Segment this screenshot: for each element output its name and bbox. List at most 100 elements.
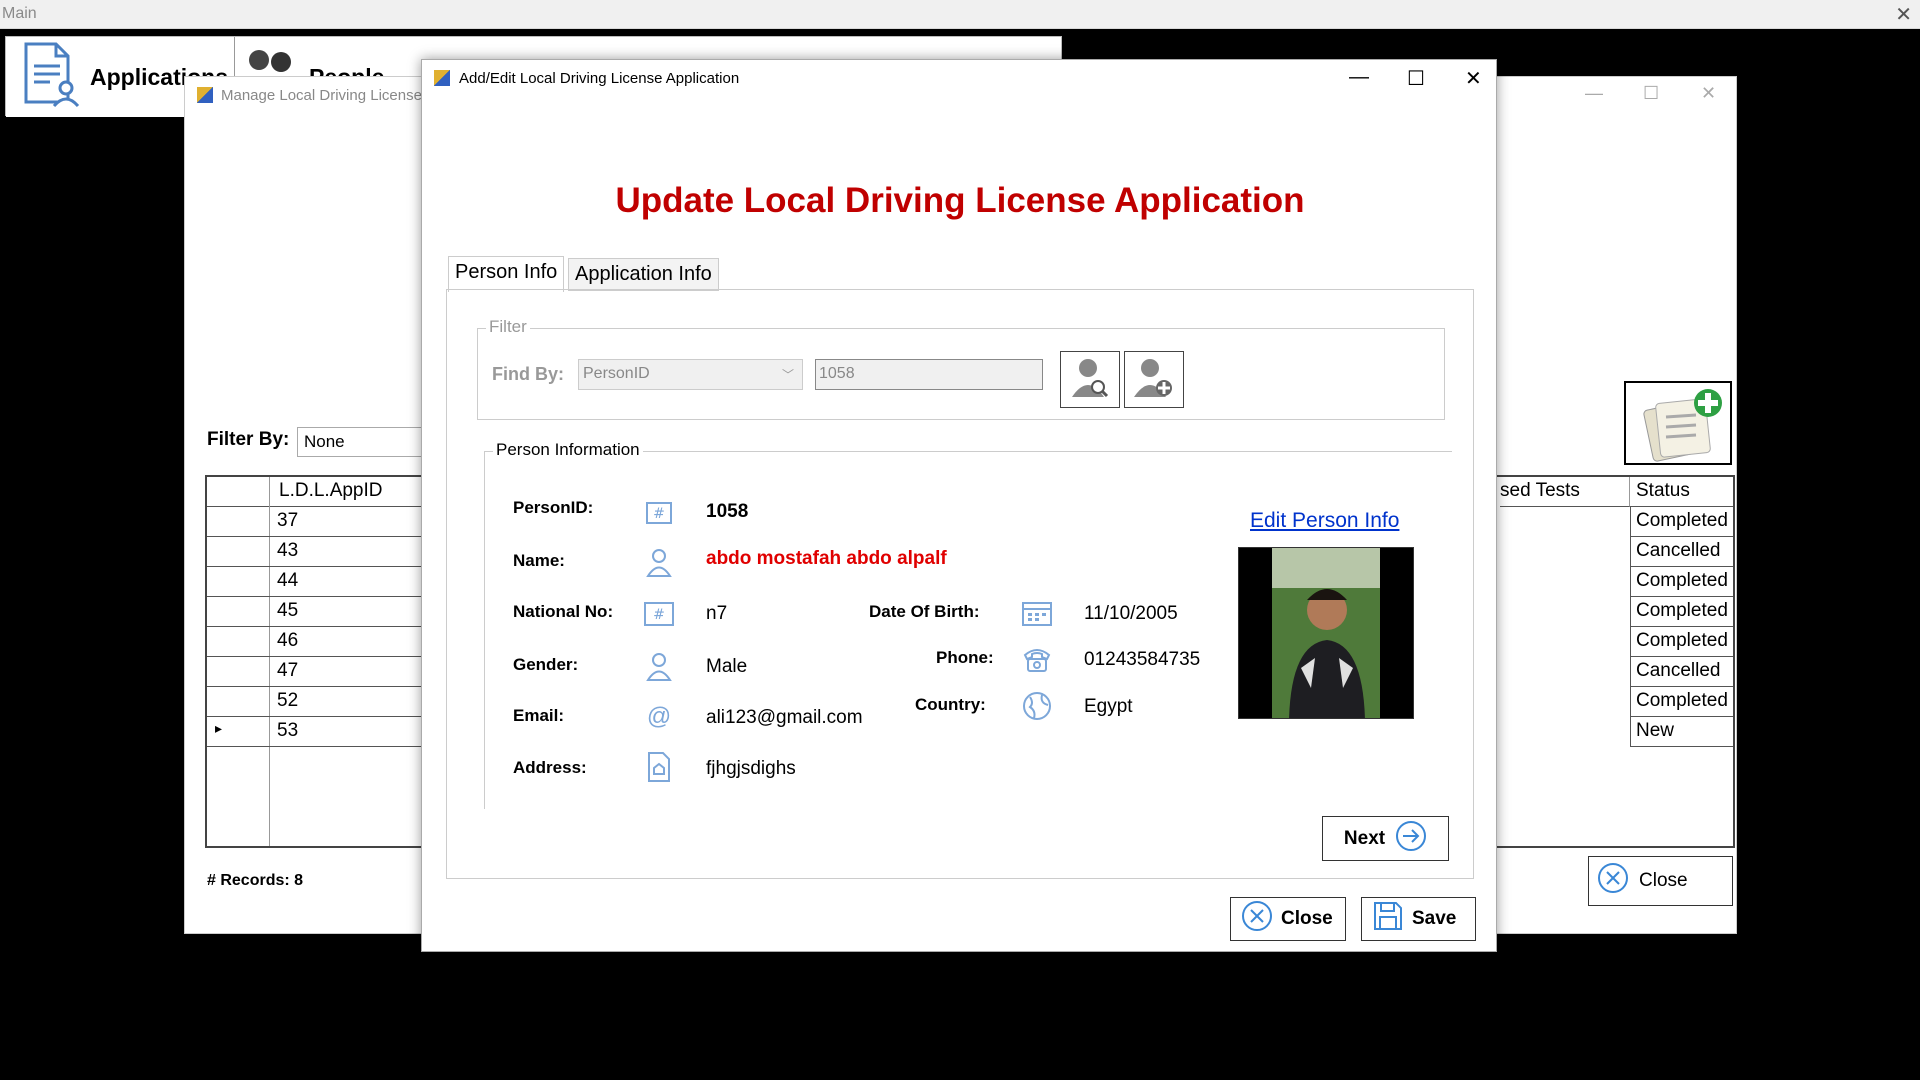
globe-icon (1022, 691, 1052, 721)
svg-text:#: # (653, 506, 665, 522)
save-icon (1372, 900, 1404, 938)
close-icon[interactable]: ✕ (1465, 66, 1482, 91)
tab-application-info[interactable]: Application Info (568, 258, 719, 291)
cell-appid: 47 (277, 660, 299, 681)
at-sign-icon: @ (646, 703, 672, 730)
table-row[interactable]: 45 (207, 597, 437, 627)
cell-appid: 43 (277, 540, 299, 561)
cell-status: Completed (1630, 687, 1733, 717)
dialog-close-label: Close (1281, 908, 1333, 929)
cell-status: Cancelled (1630, 657, 1733, 687)
grid-right-columns: sed Tests Status Completed Cancelled Com… (1500, 477, 1733, 846)
edit-person-info-link[interactable]: Edit Person Info (1250, 509, 1399, 533)
phone-icon (1022, 644, 1052, 674)
cell-status: New (1630, 717, 1733, 747)
close-icon[interactable]: ✕ (1701, 83, 1716, 104)
cell-appid: 37 (277, 510, 299, 531)
person-icon (644, 547, 674, 577)
arrow-right-icon (1395, 820, 1427, 858)
filter-group: Filter Find By: PersonID ﹀ 1058 (477, 317, 1445, 420)
svg-text:#: # (653, 607, 665, 623)
close-circle-icon (1241, 900, 1273, 938)
find-person-button[interactable] (1060, 351, 1120, 408)
calendar-icon (1022, 598, 1052, 628)
records-label: # Records: (207, 872, 290, 889)
dialog-title: Add/Edit Local Driving License Applicati… (459, 70, 740, 87)
person-icon (644, 651, 674, 681)
person-add-icon (1134, 355, 1174, 404)
person-id-label: PersonID: (513, 498, 594, 517)
person-photo (1238, 547, 1414, 719)
row-selector-icon: ▸ (215, 720, 223, 736)
find-by-select[interactable]: PersonID ﹀ (578, 359, 803, 390)
applications-icon (20, 40, 82, 115)
add-person-button[interactable] (1124, 351, 1184, 408)
records-count: # Records: 8 (207, 872, 303, 890)
cell-status: Completed (1630, 627, 1733, 657)
hash-icon: # (644, 498, 674, 528)
cell-appid: 45 (277, 600, 299, 621)
cell-status: Completed (1630, 507, 1733, 537)
person-search-icon (1070, 355, 1110, 404)
cell-status: Cancelled (1630, 537, 1733, 567)
person-info-panel: Filter Find By: PersonID ﹀ 1058 Person I… (446, 289, 1474, 879)
column-header-status-label: Status (1636, 480, 1690, 501)
add-document-icon (1636, 387, 1726, 468)
next-button[interactable]: Next (1322, 816, 1449, 861)
table-row[interactable]: 46 (207, 627, 437, 657)
main-titlebar: Main ✕ (0, 0, 1920, 29)
address-value: fjhgjsdighs (706, 758, 796, 779)
main-close-icon[interactable]: ✕ (1895, 2, 1912, 27)
cell-appid: 44 (277, 570, 299, 591)
address-label: Address: (513, 758, 587, 777)
minimize-icon[interactable]: — (1585, 83, 1603, 104)
save-button[interactable]: Save (1361, 897, 1476, 941)
dialog-heading: Update Local Driving License Application (615, 181, 1305, 220)
find-person-input[interactable]: 1058 (815, 359, 1043, 390)
dialog-close-button[interactable]: Close (1230, 897, 1346, 941)
chevron-down-icon: ﹀ (781, 368, 794, 382)
app-icon (434, 70, 450, 86)
person-name-value: abdo mostafah abdo alpalf (706, 548, 947, 569)
email-value: ali123@gmail.com (706, 707, 863, 728)
phone-label: Phone: (936, 648, 994, 667)
table-row[interactable]: 52 (207, 687, 437, 717)
save-label: Save (1412, 908, 1457, 929)
manage-close-button[interactable]: Close (1588, 856, 1733, 906)
country-value: Egypt (1084, 696, 1133, 717)
national-no-value: n7 (706, 603, 728, 624)
cell-appid: 52 (277, 690, 299, 711)
column-header-passed-tests: sed Tests (1500, 477, 1630, 507)
column-header-status: Status (1630, 477, 1733, 507)
filter-by-select[interactable]: None (297, 427, 437, 457)
table-row[interactable]: 43 (207, 537, 437, 567)
cell-status: Completed (1630, 597, 1733, 627)
table-row[interactable]: 37 (207, 507, 437, 537)
maximize-icon[interactable]: ☐ (1643, 83, 1659, 104)
table-row[interactable]: 44 (207, 567, 437, 597)
hash-icon: # (644, 599, 674, 629)
table-row[interactable]: ▸ 53 (207, 717, 437, 747)
table-row[interactable]: 47 (207, 657, 437, 687)
person-information-legend: Person Information (493, 440, 643, 460)
add-application-button[interactable] (1624, 381, 1732, 465)
tab-person-info[interactable]: Person Info (448, 256, 565, 292)
manage-window-title: Manage Local Driving Licenses (221, 87, 430, 104)
country-label: Country: (915, 695, 986, 714)
find-by-label: Find By: (492, 364, 564, 384)
filter-by-label: Filter By: (207, 429, 290, 450)
grid-left-columns: L.D.L.AppID 37 43 44 45 46 47 52 ▸ 53 (207, 477, 437, 846)
manage-close-label: Close (1639, 870, 1688, 891)
person-id-value: 1058 (706, 501, 749, 522)
national-no-label: National No: (513, 602, 614, 621)
minimize-icon[interactable]: — (1349, 66, 1369, 89)
date-of-birth-label: Date Of Birth: (869, 602, 980, 621)
close-circle-icon (1597, 862, 1629, 900)
gender-label: Gender: (513, 655, 579, 674)
maximize-icon[interactable]: ☐ (1407, 66, 1425, 91)
filter-legend: Filter (486, 317, 530, 337)
gender-value: Male (706, 656, 748, 677)
cell-status: Completed (1630, 567, 1733, 597)
grid-header-row: L.D.L.AppID (207, 477, 437, 507)
app-icon (197, 87, 213, 103)
